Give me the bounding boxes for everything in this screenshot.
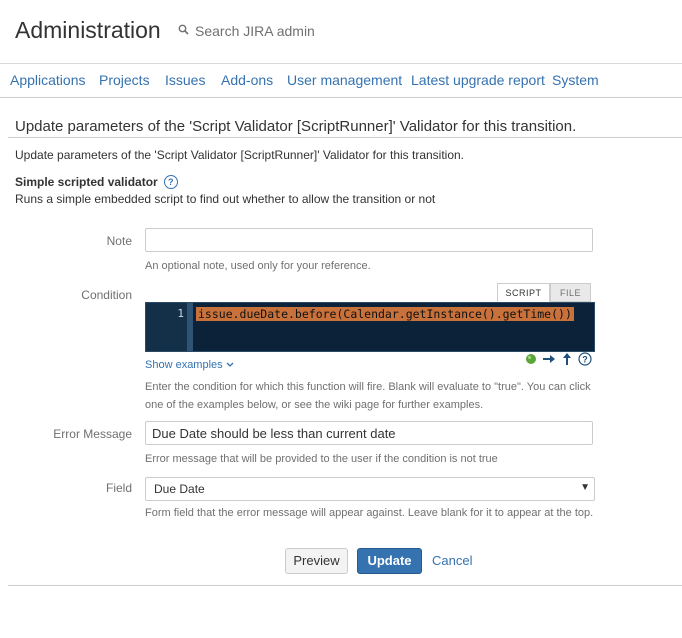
heading-divider — [8, 137, 682, 138]
nav-system[interactable]: System — [552, 72, 599, 88]
note-label: Note — [106, 234, 132, 248]
cancel-link[interactable]: Cancel — [432, 553, 472, 568]
field-select[interactable]: Due Date ▼ — [145, 477, 595, 501]
code-line[interactable]: issue.dueDate.before(Calendar.getInstanc… — [196, 307, 574, 321]
nav-projects[interactable]: Projects — [99, 72, 150, 88]
condition-label: Condition — [81, 288, 132, 302]
help-icon[interactable]: ? — [163, 175, 178, 189]
section-description: Runs a simple embedded script to find ou… — [15, 192, 436, 206]
admin-search[interactable] — [178, 22, 395, 40]
preview-button[interactable]: Preview — [285, 548, 348, 574]
condition-hint-1: Enter the condition for which this funct… — [145, 381, 591, 393]
field-hint: Form field that the error message will a… — [145, 507, 594, 519]
arrow-right-icon[interactable] — [542, 352, 556, 366]
nav-applications[interactable]: Applications — [10, 72, 86, 88]
error-message-hint: Error message that will be provided to t… — [145, 453, 498, 465]
field-select-value: Due Date — [154, 482, 205, 496]
show-examples-label: Show examples — [145, 359, 223, 371]
field-label: Field — [105, 481, 132, 495]
nav-latest-upgrade-report[interactable]: Latest upgrade report — [411, 72, 545, 88]
dropdown-arrow-icon: ▼ — [580, 482, 590, 493]
svg-text:?: ? — [582, 355, 588, 365]
error-message-input[interactable] — [145, 421, 593, 445]
search-input[interactable] — [195, 23, 395, 39]
note-hint: An optional note, used only for your ref… — [145, 260, 371, 272]
nav-add-ons[interactable]: Add-ons — [221, 72, 273, 88]
arrow-up-icon[interactable] — [560, 352, 574, 366]
error-message-label: Error Message — [53, 427, 132, 441]
script-editor[interactable]: 1 issue.dueDate.before(Calendar.getInsta… — [145, 302, 595, 352]
form-bottom-divider — [8, 585, 682, 586]
show-examples-link[interactable]: Show examples — [145, 359, 234, 371]
chevron-down-icon — [226, 359, 234, 371]
section-title-text: Simple scripted validator — [15, 175, 158, 189]
condition-hint-2: one of the examples below, or see the wi… — [145, 399, 484, 411]
page-title: Administration — [15, 17, 161, 43]
nav-user-management[interactable]: User management — [287, 72, 402, 88]
editor-toolbar: ? — [524, 352, 592, 366]
note-input[interactable] — [145, 228, 593, 252]
admin-header: Administration — [0, 0, 682, 64]
tab-script[interactable]: SCRIPT — [497, 283, 550, 302]
admin-nav: Applications Projects Issues Add-ons Use… — [0, 64, 682, 98]
validator-description: Update parameters of the 'Script Validat… — [15, 148, 465, 162]
section-title: Simple scripted validator ? — [15, 175, 178, 189]
search-icon — [178, 22, 189, 40]
update-button[interactable]: Update — [357, 548, 422, 574]
editor-active-line-marker — [187, 303, 193, 351]
nav-issues[interactable]: Issues — [165, 72, 205, 88]
green-dot-icon[interactable] — [524, 352, 538, 366]
validator-heading: Update parameters of the 'Script Validat… — [15, 118, 577, 135]
question-icon[interactable]: ? — [578, 352, 592, 366]
line-number: 1 — [177, 307, 184, 320]
tab-file[interactable]: FILE — [550, 283, 591, 302]
